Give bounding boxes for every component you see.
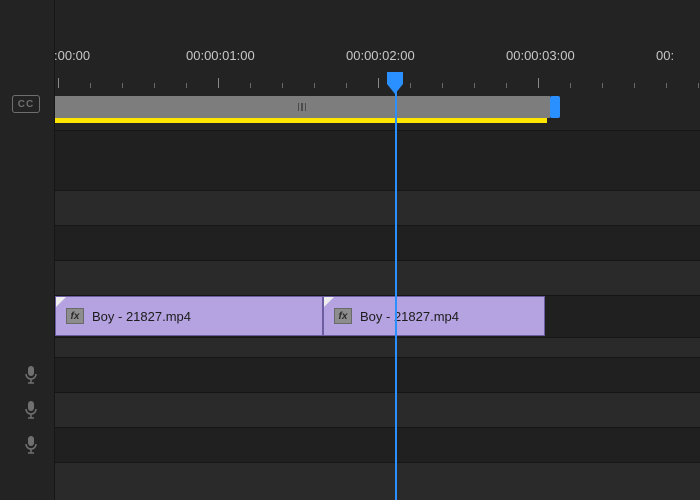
tracks-area[interactable]: :00:00 00:00:01:00 00:00:02:00 00:00:03:00 0… bbox=[55, 0, 700, 500]
timeline-panel: CC :00:00 00:00:01:00 00:00:02:00 00:00:03:… bbox=[0, 0, 700, 500]
track-row[interactable] bbox=[55, 337, 700, 357]
track-row[interactable] bbox=[55, 392, 700, 427]
track-row[interactable] bbox=[55, 427, 700, 462]
ruler-label: 00:00:02:00 bbox=[346, 48, 415, 63]
voiceover-mic-icon[interactable] bbox=[24, 365, 38, 385]
ruler-label: 00:00:03:00 bbox=[506, 48, 575, 63]
clip-in-point-icon bbox=[324, 297, 334, 307]
voiceover-mic-icon[interactable] bbox=[24, 400, 38, 420]
track-row[interactable] bbox=[55, 130, 700, 190]
track-row[interactable] bbox=[55, 260, 700, 295]
ruler-ticks bbox=[55, 72, 700, 88]
playhead-handle[interactable] bbox=[387, 72, 403, 94]
voiceover-mic-icon[interactable] bbox=[24, 435, 38, 455]
time-ruler[interactable]: :00:00 00:00:01:00 00:00:02:00 00:00:03:00 0… bbox=[55, 48, 700, 88]
clip-label: Boy - 21827.mp4 bbox=[360, 309, 459, 324]
clip-label: Boy - 21827.mp4 bbox=[92, 309, 191, 324]
track-row[interactable] bbox=[55, 190, 700, 225]
zoom-grip-icon bbox=[298, 103, 308, 111]
fx-badge-icon[interactable]: fx bbox=[66, 308, 84, 324]
track-header-sidebar: CC bbox=[0, 0, 55, 500]
work-area-bar[interactable] bbox=[55, 118, 547, 123]
track-row[interactable] bbox=[55, 225, 700, 260]
fx-badge-icon[interactable]: fx bbox=[334, 308, 352, 324]
clip-in-point-icon bbox=[56, 297, 66, 307]
ruler-label: 00:00:01:00 bbox=[186, 48, 255, 63]
zoom-scrollbar[interactable] bbox=[55, 96, 550, 118]
captions-toggle[interactable]: CC bbox=[12, 95, 40, 113]
zoom-handle-right[interactable] bbox=[550, 96, 560, 118]
playhead[interactable] bbox=[395, 88, 397, 500]
video-clip[interactable]: fx Boy - 21827.mp4 bbox=[55, 296, 323, 336]
video-clip[interactable]: fx Boy - 21827.mp4 bbox=[323, 296, 545, 336]
track-row[interactable] bbox=[55, 357, 700, 392]
ruler-label: 00: bbox=[656, 48, 674, 63]
track-row[interactable] bbox=[55, 462, 700, 500]
ruler-label: :00:00 bbox=[54, 48, 90, 63]
